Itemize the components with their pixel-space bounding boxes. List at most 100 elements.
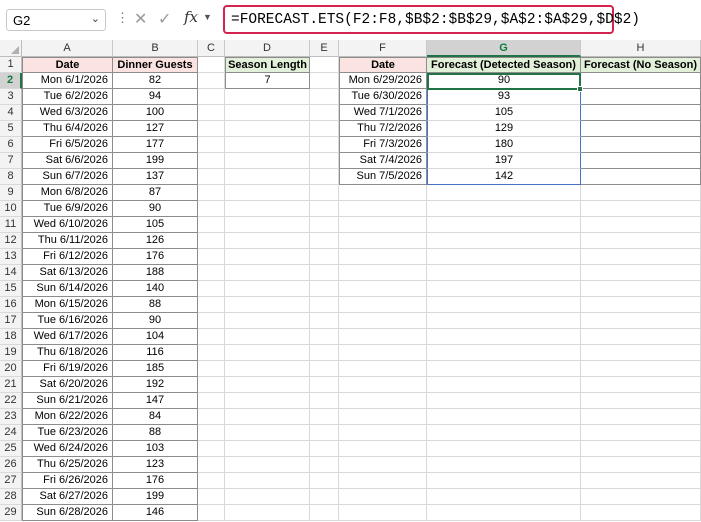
- history-guests-cell[interactable]: 140: [113, 281, 198, 297]
- chevron-down-icon[interactable]: ⌄: [91, 12, 100, 25]
- cell-f19[interactable]: [339, 345, 427, 361]
- row-header-26[interactable]: 26: [0, 457, 22, 473]
- cell-g25[interactable]: [427, 441, 581, 457]
- cell-d6[interactable]: [225, 137, 310, 153]
- forecast-noseason-cell[interactable]: [581, 153, 701, 169]
- cell-d28[interactable]: [225, 489, 310, 505]
- cell-d21[interactable]: [225, 377, 310, 393]
- cell-d9[interactable]: [225, 185, 310, 201]
- history-guests-cell[interactable]: 90: [113, 201, 198, 217]
- row-header-9[interactable]: 9: [0, 185, 22, 201]
- history-guests-cell[interactable]: 100: [113, 105, 198, 121]
- history-guests-cell[interactable]: 137: [113, 169, 198, 185]
- row-header-12[interactable]: 12: [0, 233, 22, 249]
- cell-f14[interactable]: [339, 265, 427, 281]
- cell-g29[interactable]: [427, 505, 581, 521]
- forecast-noseason-cell[interactable]: [581, 73, 701, 89]
- history-date-cell[interactable]: Mon 6/8/2026: [22, 185, 113, 201]
- row-header-24[interactable]: 24: [0, 425, 22, 441]
- row-header-25[interactable]: 25: [0, 441, 22, 457]
- history-guests-cell[interactable]: 105: [113, 217, 198, 233]
- row-header-4[interactable]: 4: [0, 105, 22, 121]
- history-guests-cell[interactable]: 147: [113, 393, 198, 409]
- forecast-noseason-cell[interactable]: [581, 105, 701, 121]
- cell-c12[interactable]: [198, 233, 225, 249]
- history-date-cell[interactable]: Sat 6/6/2026: [22, 153, 113, 169]
- cell-h21[interactable]: [581, 377, 701, 393]
- cell-h17[interactable]: [581, 313, 701, 329]
- cell-h15[interactable]: [581, 281, 701, 297]
- cell-h16[interactable]: [581, 297, 701, 313]
- history-date-cell[interactable]: Mon 6/22/2026: [22, 409, 113, 425]
- cell-e19[interactable]: [310, 345, 339, 361]
- cell-h11[interactable]: [581, 217, 701, 233]
- history-date-cell[interactable]: Fri 6/12/2026: [22, 249, 113, 265]
- cell-g20[interactable]: [427, 361, 581, 377]
- history-guests-cell[interactable]: 84: [113, 409, 198, 425]
- cell-g16[interactable]: [427, 297, 581, 313]
- history-guests-cell[interactable]: 82: [113, 73, 198, 89]
- history-guests-cell[interactable]: 199: [113, 489, 198, 505]
- cell-g17[interactable]: [427, 313, 581, 329]
- history-guests-cell[interactable]: 88: [113, 297, 198, 313]
- history-date-cell[interactable]: Thu 6/11/2026: [22, 233, 113, 249]
- history-date-header[interactable]: Date: [22, 57, 113, 73]
- cell-e23[interactable]: [310, 409, 339, 425]
- history-date-cell[interactable]: Sat 6/27/2026: [22, 489, 113, 505]
- history-date-cell[interactable]: Fri 6/5/2026: [22, 137, 113, 153]
- cell-d8[interactable]: [225, 169, 310, 185]
- cell-g22[interactable]: [427, 393, 581, 409]
- cell-g10[interactable]: [427, 201, 581, 217]
- cell-e7[interactable]: [310, 153, 339, 169]
- cell-d25[interactable]: [225, 441, 310, 457]
- column-header-c[interactable]: C: [198, 40, 225, 57]
- cell-f9[interactable]: [339, 185, 427, 201]
- cell-c27[interactable]: [198, 473, 225, 489]
- cell-d22[interactable]: [225, 393, 310, 409]
- cell-g27[interactable]: [427, 473, 581, 489]
- cell-h12[interactable]: [581, 233, 701, 249]
- formula-expand-chevron-icon[interactable]: ▼: [203, 12, 212, 22]
- row-header-3[interactable]: 3: [0, 89, 22, 105]
- row-header-15[interactable]: 15: [0, 281, 22, 297]
- row-header-7[interactable]: 7: [0, 153, 22, 169]
- cell-c29[interactable]: [198, 505, 225, 521]
- cell-h28[interactable]: [581, 489, 701, 505]
- cell-e5[interactable]: [310, 121, 339, 137]
- forecast-noseason-cell[interactable]: [581, 121, 701, 137]
- cell-e22[interactable]: [310, 393, 339, 409]
- history-date-cell[interactable]: Thu 6/25/2026: [22, 457, 113, 473]
- cell-f29[interactable]: [339, 505, 427, 521]
- cell-c1[interactable]: [198, 57, 225, 73]
- cell-h18[interactable]: [581, 329, 701, 345]
- history-guests-cell[interactable]: 94: [113, 89, 198, 105]
- cell-e16[interactable]: [310, 297, 339, 313]
- history-guests-cell[interactable]: 127: [113, 121, 198, 137]
- forecast-noseason-cell[interactable]: [581, 89, 701, 105]
- history-date-cell[interactable]: Tue 6/2/2026: [22, 89, 113, 105]
- history-guests-cell[interactable]: 126: [113, 233, 198, 249]
- select-all-corner[interactable]: [0, 40, 22, 57]
- cell-g13[interactable]: [427, 249, 581, 265]
- cell-c21[interactable]: [198, 377, 225, 393]
- history-date-cell[interactable]: Sun 6/7/2026: [22, 169, 113, 185]
- row-header-22[interactable]: 22: [0, 393, 22, 409]
- column-header-b[interactable]: B: [113, 40, 198, 57]
- cell-c11[interactable]: [198, 217, 225, 233]
- cell-e28[interactable]: [310, 489, 339, 505]
- history-guests-cell[interactable]: 90: [113, 313, 198, 329]
- cell-h9[interactable]: [581, 185, 701, 201]
- cell-f22[interactable]: [339, 393, 427, 409]
- cell-g9[interactable]: [427, 185, 581, 201]
- history-guests-cell[interactable]: 146: [113, 505, 198, 521]
- cell-d24[interactable]: [225, 425, 310, 441]
- cell-e20[interactable]: [310, 361, 339, 377]
- forecast-date-cell[interactable]: Sat 7/4/2026: [339, 153, 427, 169]
- cell-c6[interactable]: [198, 137, 225, 153]
- checkmark-icon[interactable]: ✓: [158, 9, 171, 29]
- forecast-detected-cell[interactable]: 93: [427, 89, 581, 105]
- cell-f17[interactable]: [339, 313, 427, 329]
- row-header-20[interactable]: 20: [0, 361, 22, 377]
- row-header-21[interactable]: 21: [0, 377, 22, 393]
- cell-f23[interactable]: [339, 409, 427, 425]
